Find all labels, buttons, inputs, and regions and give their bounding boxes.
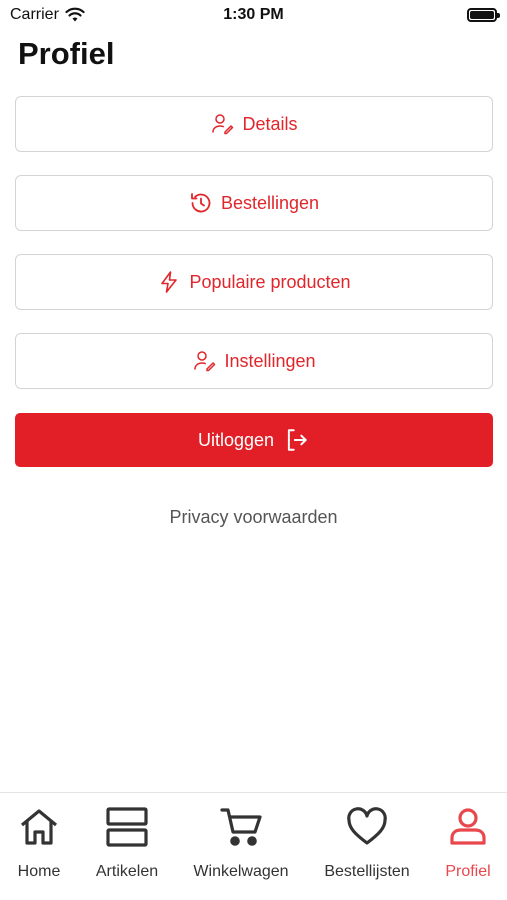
heart-icon: [347, 807, 387, 845]
details-label: Details: [242, 113, 298, 134]
settings-label: Instellingen: [224, 350, 316, 371]
user-edit-icon: [212, 114, 234, 135]
page-title: Profiel: [18, 36, 115, 71]
articles-icon: [106, 807, 148, 847]
logout-label: Uitloggen: [197, 429, 275, 450]
status-time: 1:30 PM: [223, 6, 284, 23]
tab-cart-label: Winkelwagen: [193, 863, 289, 880]
tab-home-label: Home: [17, 863, 61, 880]
tab-bar: Home Artikelen Winkelwagen Bestellijsten…: [0, 792, 507, 900]
history-icon: [191, 193, 211, 213]
orders-label: Bestellingen: [220, 192, 320, 213]
user-edit-icon: [194, 351, 216, 372]
orders-button[interactable]: Bestellingen: [15, 175, 493, 231]
lightning-icon: [161, 271, 178, 293]
profile-menu: Details Bestellingen Populaire producten…: [15, 96, 493, 412]
home-icon: [20, 809, 58, 845]
status-bar: Carrier 1:30 PM: [0, 0, 507, 30]
popular-products-button[interactable]: Populaire producten: [15, 254, 493, 310]
tab-articles[interactable]: Artikelen: [72, 805, 182, 881]
cart-icon: [220, 808, 262, 846]
logout-icon: [287, 429, 307, 451]
battery-icon: [467, 8, 500, 22]
details-button[interactable]: Details: [15, 96, 493, 152]
tab-cart[interactable]: Winkelwagen: [186, 805, 296, 881]
privacy-link[interactable]: Privacy voorwaarden: [0, 507, 507, 528]
logout-button[interactable]: Uitloggen: [15, 413, 493, 467]
tab-order-lists-label: Bestellijsten: [324, 863, 410, 880]
tab-articles-label: Artikelen: [95, 863, 159, 880]
settings-button[interactable]: Instellingen: [15, 333, 493, 389]
popular-products-label: Populaire producten: [189, 271, 351, 292]
tab-profile[interactable]: Profiel: [413, 805, 507, 881]
user-icon: [450, 808, 486, 845]
tab-order-lists[interactable]: Bestellijsten: [312, 805, 422, 881]
tab-profile-label: Profiel: [445, 863, 491, 880]
